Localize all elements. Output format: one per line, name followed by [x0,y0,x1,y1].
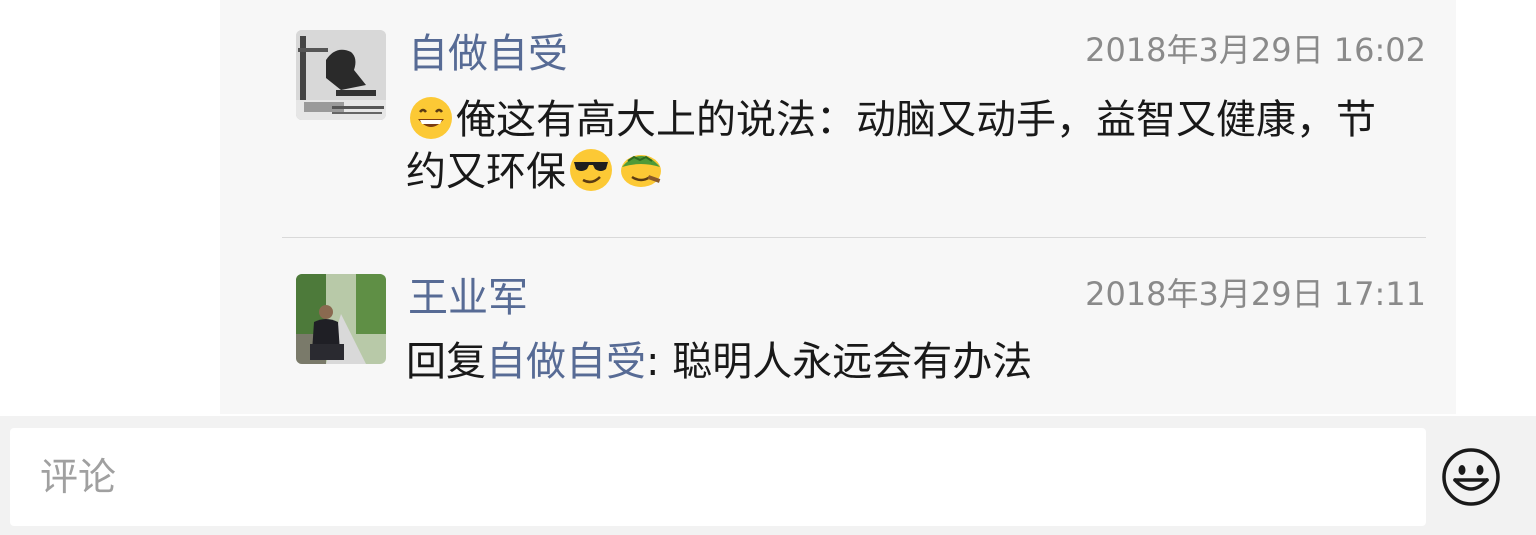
grin-emoji-icon [410,97,452,139]
comment-item: 王业军 2018年3月29日 17:11 回复自做自受: 聪明人永远会有办法 [296,274,1426,404]
emoji-picker-icon[interactable] [1440,446,1502,508]
comment-text: 俺这有高大上的说法：动脑又动手，益智又健康，节约又环保 [406,94,1386,198]
comment-text-body: 俺这有高大上的说法：动脑又动手，益智又健康，节约又环保 [406,97,1376,195]
turtle-emoji-icon [621,155,661,187]
comments-panel: 自做自受 2018年3月29日 16:02 俺这有高大上的说法：动脑又动手，益智… [220,0,1456,414]
avatar[interactable] [296,30,386,120]
comment-time: 2018年3月29日 17:11 [1085,275,1426,313]
comment-divider [282,237,1426,238]
avatar[interactable] [296,274,386,364]
comment-text: 回复自做自受: 聪明人永远会有办法 [406,336,1386,388]
reply-prefix: 回复 [406,339,486,385]
comment-input-bar [0,416,1536,535]
comment-input[interactable] [10,428,1426,526]
comment-author[interactable]: 王业军 [408,274,528,322]
comment-time: 2018年3月29日 16:02 [1085,31,1426,69]
reply-target-name[interactable]: 自做自受 [486,339,646,385]
comment-author[interactable]: 自做自受 [408,30,568,78]
sunglasses-emoji-icon [570,149,612,191]
reply-text: : 聪明人永远会有办法 [646,339,1033,385]
comment-item: 自做自受 2018年3月29日 16:02 俺这有高大上的说法：动脑又动手，益智… [296,30,1426,230]
